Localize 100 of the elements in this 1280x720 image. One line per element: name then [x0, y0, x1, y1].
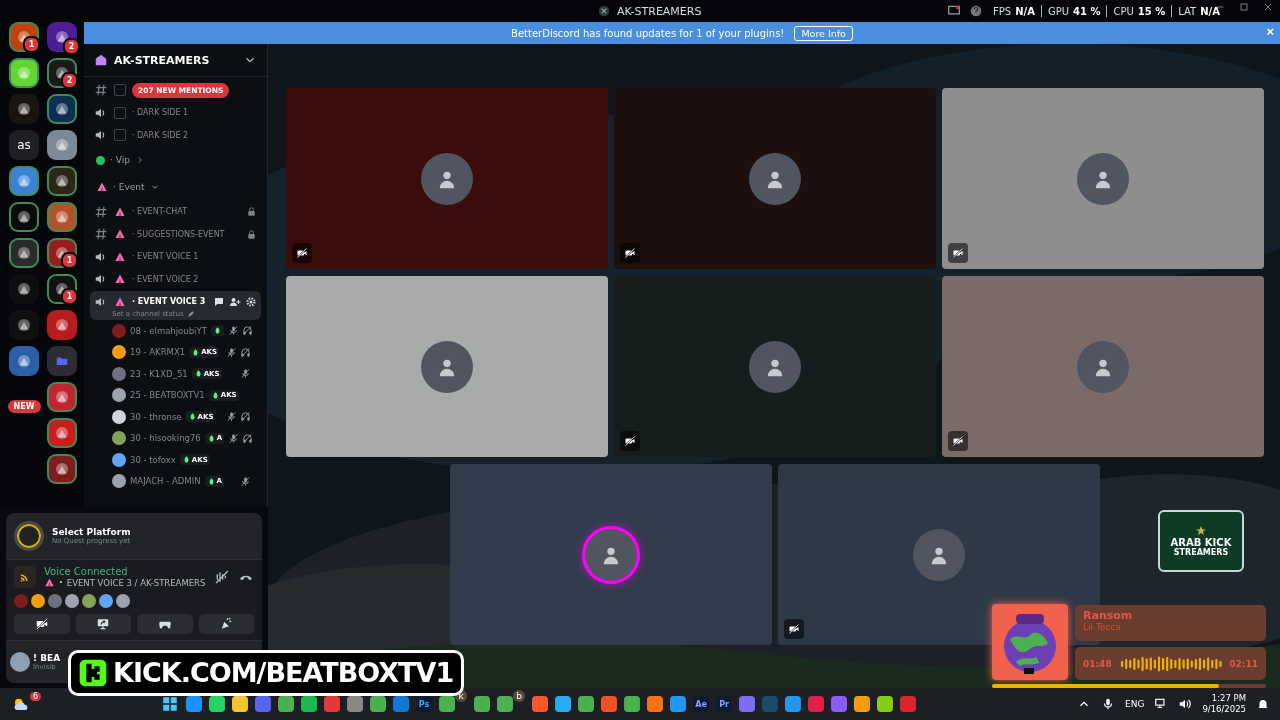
invite-icon[interactable]	[229, 295, 241, 308]
server-icon[interactable]: 2	[47, 22, 77, 52]
server-folder[interactable]	[47, 346, 77, 376]
member-name[interactable]: 08 - elmahjoubiYT	[130, 325, 207, 336]
server-icon[interactable]	[47, 130, 77, 160]
server-icon[interactable]	[9, 346, 39, 376]
taskbar-app[interactable]	[739, 696, 756, 712]
channel-item[interactable]: · EVENT VOICE 1	[90, 245, 261, 268]
participant-avatar[interactable]	[65, 594, 79, 608]
close-button[interactable]: ×	[1266, 25, 1274, 39]
taskbar-app[interactable]	[601, 696, 618, 712]
taskbar-app[interactable]	[647, 696, 664, 712]
server-icon[interactable]	[9, 58, 39, 88]
server-icon[interactable]	[9, 274, 39, 304]
new-badge[interactable]: NEW	[7, 400, 41, 413]
taskbar-app[interactable]: Ae	[693, 696, 710, 712]
share-screen-button[interactable]	[75, 614, 131, 634]
taskbar-app[interactable]	[670, 696, 687, 712]
member-name[interactable]: 23 - K1XD_51	[130, 368, 188, 379]
maximize-icon[interactable]	[1238, 1, 1250, 13]
server-icon[interactable]: 2	[47, 58, 77, 88]
server-icon[interactable]	[47, 310, 77, 340]
server-icon[interactable]	[47, 94, 77, 124]
checkbox[interactable]	[114, 84, 126, 97]
more-info-button[interactable]: More Info	[794, 25, 853, 41]
clock-time[interactable]: 1:27 PM	[1202, 693, 1246, 704]
server-icon[interactable]: as	[9, 130, 39, 160]
channel-item[interactable]: · DARK SIDE 1	[90, 101, 193, 124]
language-indicator[interactable]: ENG	[1125, 699, 1145, 709]
clock-date[interactable]: 9/16/2025	[1202, 704, 1246, 715]
checkbox[interactable]	[114, 106, 126, 119]
member-name[interactable]: 19 - AKRMX1	[130, 347, 186, 358]
taskbar-app[interactable]	[278, 696, 295, 712]
participant-avatar[interactable]	[99, 594, 113, 608]
server-icon[interactable]: 1	[47, 238, 77, 268]
member-name[interactable]: MAJACH - ADMIN	[130, 476, 201, 487]
member-name[interactable]: 30 - hisooking76	[130, 433, 201, 444]
chat-icon[interactable]	[213, 295, 225, 308]
server-icon[interactable]	[9, 202, 39, 232]
help-icon[interactable]	[969, 4, 984, 18]
taskbar-app[interactable]	[474, 696, 491, 712]
server-icon[interactable]: 1	[47, 274, 77, 304]
taskbar-app[interactable]	[785, 696, 802, 712]
signal-button[interactable]	[14, 566, 36, 588]
taskbar-app[interactable]: Ps	[416, 696, 433, 712]
settings-icon[interactable]	[245, 295, 257, 308]
server-icon[interactable]	[9, 310, 39, 340]
soundboard-button[interactable]	[198, 614, 254, 634]
channel-item[interactable]: · DARK SIDE 2	[90, 124, 193, 147]
participant-avatar[interactable]	[48, 594, 62, 608]
server-icon[interactable]	[47, 382, 77, 412]
server-icon[interactable]: 1	[9, 22, 39, 52]
monitor-icon[interactable]	[947, 4, 962, 18]
taskbar-app[interactable]: Pr	[716, 696, 733, 712]
taskbar-app[interactable]	[578, 696, 595, 712]
channel-item[interactable]: · EVENT VOICE 2	[90, 268, 261, 291]
voice-channel-name[interactable]: EVENT VOICE 3 / AK-STREAMERS	[66, 577, 206, 588]
category-header[interactable]: · Vip	[90, 146, 261, 174]
member-name[interactable]: 25 - BEATBOXTV1	[130, 390, 205, 401]
taskbar-app[interactable]	[347, 696, 364, 712]
activity-button[interactable]	[137, 614, 193, 634]
noise-suppression-icon[interactable]	[214, 569, 230, 585]
server-icon[interactable]	[47, 166, 77, 196]
taskbar-app[interactable]	[232, 696, 249, 712]
close-icon[interactable]	[1262, 1, 1274, 13]
taskbar-app[interactable]	[301, 696, 318, 712]
member-name[interactable]: 30 - tofoxx	[130, 454, 176, 465]
server-icon[interactable]	[9, 166, 39, 196]
microphone-icon[interactable]	[1101, 697, 1115, 711]
category-header[interactable]: · Event	[90, 173, 261, 201]
member-name[interactable]: 30 - thronse	[130, 411, 182, 422]
checkbox[interactable]	[114, 129, 126, 142]
taskbar-app[interactable]	[555, 696, 572, 712]
participant-avatar[interactable]	[31, 594, 45, 608]
taskbar-app[interactable]	[209, 696, 226, 712]
volume-icon[interactable]	[1178, 697, 1193, 711]
taskbar-app[interactable]	[624, 696, 641, 712]
server-icon[interactable]	[9, 94, 39, 124]
participant-avatar[interactable]	[116, 594, 130, 608]
taskbar-app[interactable]	[186, 696, 203, 712]
user-avatar[interactable]	[10, 652, 30, 672]
participant-avatar[interactable]	[82, 594, 96, 608]
taskbar-app[interactable]	[854, 696, 871, 712]
kick-icon	[77, 657, 109, 689]
server-icon[interactable]	[47, 454, 77, 484]
camera-button[interactable]	[14, 614, 70, 634]
channel-item[interactable]: · SUGGESTIONS-EVENT	[90, 223, 261, 246]
taskbar-app[interactable]	[532, 696, 549, 712]
server-icon[interactable]	[9, 238, 39, 268]
channel-item[interactable]: · EVENT-CHAT	[90, 200, 261, 223]
start-icon[interactable]	[161, 695, 180, 713]
taskbar-app[interactable]	[877, 696, 894, 712]
taskbar-app[interactable]	[370, 696, 387, 712]
voice-status[interactable]: Voice Connected	[44, 566, 206, 577]
server-icon[interactable]	[47, 202, 77, 232]
notification-icon[interactable]	[1256, 697, 1270, 711]
server-icon[interactable]	[47, 418, 77, 448]
taskbar-app[interactable]	[497, 696, 514, 712]
server-header[interactable]: AK-STREAMERS	[84, 44, 267, 77]
taskbar-app[interactable]	[439, 696, 456, 712]
